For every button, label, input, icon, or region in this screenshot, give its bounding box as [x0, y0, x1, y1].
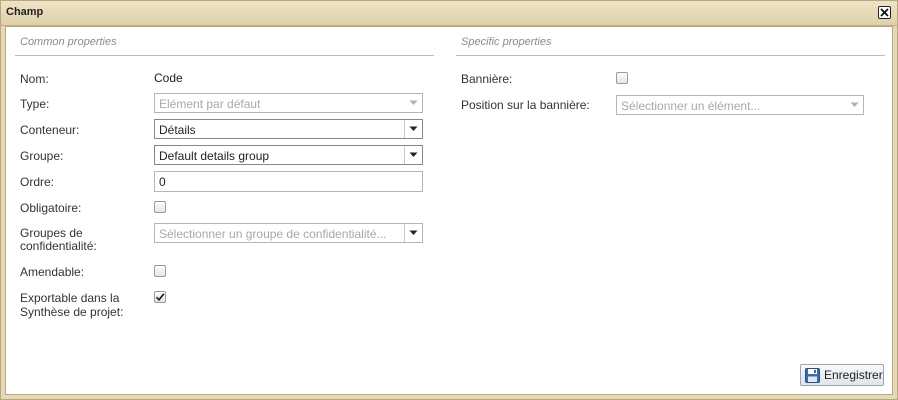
- section-title-specific: Specific properties: [461, 36, 552, 48]
- exportable-label-line1: Exportable dans la: [20, 291, 120, 305]
- type-label: Type:: [20, 97, 50, 111]
- close-button[interactable]: [878, 6, 891, 19]
- groupe-select-value: Default details group: [159, 149, 270, 163]
- dialog-title: Champ: [6, 6, 44, 18]
- conteneur-label: Conteneur:: [20, 123, 80, 137]
- close-icon: [880, 8, 889, 17]
- ordre-label: Ordre:: [20, 175, 55, 189]
- position-select[interactable]: Sélectionner un élément...: [616, 95, 864, 115]
- confidentialite-select-placeholder: Sélectionner un groupe de confidentialit…: [159, 227, 387, 241]
- ordre-input[interactable]: 0: [154, 171, 423, 192]
- groupe-select[interactable]: Default details group: [154, 145, 423, 165]
- save-button[interactable]: Enregistrer: [800, 364, 884, 386]
- floppy-disk-icon: [805, 367, 820, 383]
- nom-value: Code: [154, 71, 183, 85]
- chevron-down-icon: [404, 120, 422, 138]
- confidentialite-label-line1: Groupes de: [20, 226, 83, 240]
- obligatoire-checkbox[interactable]: [154, 201, 166, 213]
- chevron-down-icon: [404, 146, 422, 164]
- section-divider-common: [15, 55, 434, 56]
- amendable-checkbox[interactable]: [154, 265, 166, 277]
- confidentialite-select[interactable]: Sélectionner un groupe de confidentialit…: [154, 223, 423, 243]
- dialog-content: Common properties Specific properties No…: [5, 26, 893, 395]
- amendable-label: Amendable:: [20, 265, 85, 279]
- type-select[interactable]: Elément par défaut: [154, 93, 423, 113]
- obligatoire-label: Obligatoire:: [20, 201, 82, 215]
- section-divider-specific: [456, 55, 885, 56]
- dialog-window: Champ Common properties Specific propert…: [0, 0, 898, 400]
- confidentialite-label-line2: confidentialité:: [20, 239, 97, 253]
- banniere-label: Bannière:: [461, 72, 513, 86]
- position-select-placeholder: Sélectionner un élément...: [621, 99, 761, 113]
- chevron-down-icon: [404, 224, 422, 242]
- position-label: Position sur la bannière:: [461, 98, 590, 112]
- save-button-label: Enregistrer: [824, 368, 883, 382]
- type-select-value: Elément par défaut: [159, 97, 261, 111]
- banniere-checkbox[interactable]: [616, 72, 628, 84]
- exportable-checkbox[interactable]: [154, 291, 166, 303]
- conteneur-select-value: Détails: [159, 123, 196, 137]
- title-bar[interactable]: Champ: [1, 1, 897, 26]
- chevron-down-icon: [405, 94, 422, 112]
- exportable-label-line2: Synthèse de projet:: [20, 305, 124, 319]
- nom-label: Nom:: [20, 72, 49, 86]
- conteneur-select[interactable]: Détails: [154, 119, 423, 139]
- groupe-label: Groupe:: [20, 149, 64, 163]
- ordre-input-value: 0: [159, 175, 166, 189]
- chevron-down-icon: [846, 96, 863, 114]
- checkmark-icon: [155, 293, 165, 302]
- section-title-common: Common properties: [20, 36, 117, 48]
